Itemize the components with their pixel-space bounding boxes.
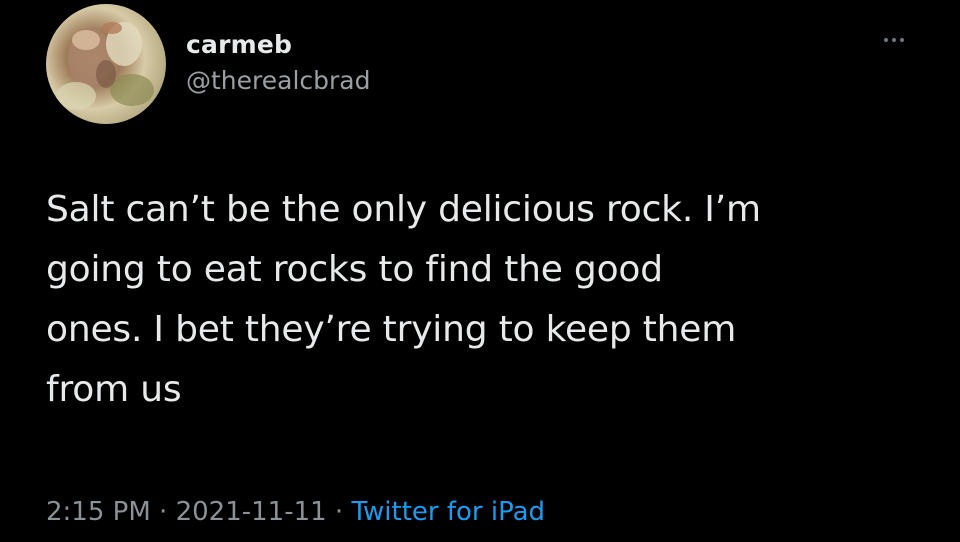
avatar-image-icon — [56, 22, 154, 110]
meta-separator: · — [326, 497, 352, 527]
tweet-card: carmeb @therealcbrad Salt can’t be the o… — [0, 0, 960, 542]
tweet-text: Salt can’t be the only delicious rock. I… — [46, 189, 761, 410]
more-horizontal-icon — [884, 38, 888, 42]
tweet-header: carmeb @therealcbrad — [186, 28, 371, 98]
tweet-date[interactable]: 2021-11-11 — [176, 497, 327, 527]
user-handle[interactable]: @therealcbrad — [186, 64, 371, 98]
user-avatar[interactable] — [46, 4, 166, 124]
tweet-time[interactable]: 2:15 PM — [46, 497, 151, 527]
more-horizontal-icon-dot — [892, 38, 896, 42]
tweet-meta: 2:15 PM · 2021-11-11 · Twitter for iPad — [46, 494, 545, 530]
more-horizontal-icon-dot — [900, 38, 904, 42]
display-name[interactable]: carmeb — [186, 28, 371, 62]
more-options-button[interactable] — [874, 30, 914, 50]
tweet-source-link[interactable]: Twitter for iPad — [351, 497, 545, 527]
meta-separator: · — [150, 497, 176, 527]
